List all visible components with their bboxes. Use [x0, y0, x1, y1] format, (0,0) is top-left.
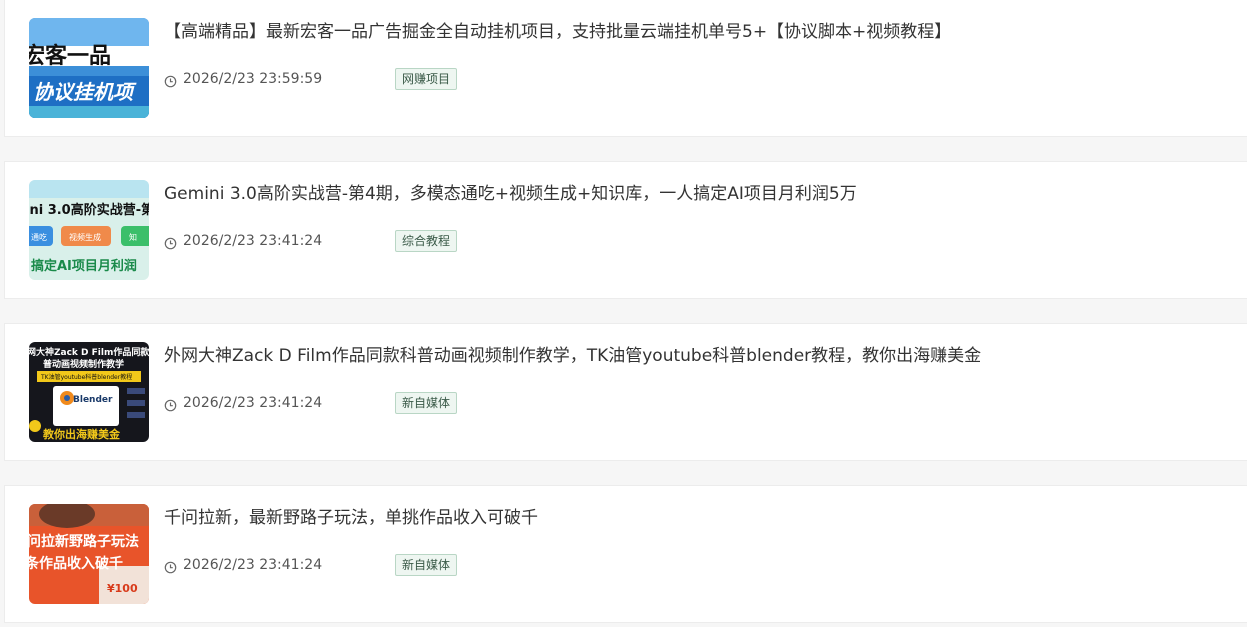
thumb-text: 视频生成 — [69, 232, 101, 242]
thumb-text: ¥100 — [107, 582, 138, 595]
article-title[interactable]: 【高端精品】最新宏客一品广告掘金全自动挂机项目，支持批量云端挂机单号5+【协议脚… — [164, 20, 951, 44]
article-title[interactable]: Gemini 3.0高阶实战营-第4期，多模态通吃+视频生成+知识库，一人搞定A… — [164, 182, 857, 206]
article-title[interactable]: 外网大神Zack D Film作品同款科普动画视频制作教学，TK油管youtub… — [164, 344, 981, 368]
article-date: 2026/2/23 23:41:24 — [183, 395, 323, 411]
article-date: 2026/2/23 23:41:24 — [183, 557, 323, 573]
thumb-text: ini 3.0高阶实战营-第 — [29, 202, 149, 218]
article-thumbnail[interactable]: 网大神Zack D Film作品同款 普动画视频制作教学 TK油管youtube… — [29, 342, 149, 442]
thumb-text: 协议挂机项 — [33, 80, 137, 104]
thumb-text: 宏客一品 — [29, 43, 111, 69]
article-meta: 2026/2/23 23:59:59 网赚项目 — [164, 68, 458, 90]
article-date: 2026/2/23 23:59:59 — [183, 71, 323, 87]
article-meta: 2026/2/23 23:41:24 综合教程 — [164, 230, 458, 252]
thumb-text: 网大神Zack D Film作品同款 — [29, 346, 149, 358]
thumb-text: 搞定AI项目月利润 — [31, 258, 137, 274]
article-meta: 2026/2/23 23:41:24 新自媒体 — [164, 392, 458, 414]
article-list: 宏客一品 协议挂机项 【高端精品】最新宏客一品广告掘金全自动挂机项目，支持批量云… — [0, 0, 1247, 627]
thumb-text: 条作品收入破千 — [29, 555, 123, 572]
thumb-text: 问拉新野路子玩法 — [29, 533, 139, 550]
article-date: 2026/2/23 23:41:24 — [183, 233, 323, 249]
article-thumbnail[interactable]: 宏客一品 协议挂机项 — [29, 18, 149, 118]
thumb-logo-text: Blender — [73, 395, 113, 405]
category-tag[interactable]: 网赚项目 — [395, 68, 458, 90]
article-meta: 2026/2/23 23:41:24 新自媒体 — [164, 554, 458, 576]
thumb-text: 普动画视频制作教学 — [43, 358, 124, 370]
article-card[interactable]: ini 3.0高阶实战营-第 通吃 视频生成 知 搞定AI项目月利润 Gemin… — [4, 161, 1247, 299]
article-title[interactable]: 千问拉新，最新野路子玩法，单挑作品收入可破千 — [164, 506, 538, 530]
article-card[interactable]: 网大神Zack D Film作品同款 普动画视频制作教学 TK油管youtube… — [4, 323, 1247, 461]
thumb-text: 知 — [129, 232, 137, 242]
article-card[interactable]: 问拉新野路子玩法 条作品收入破千 ¥100 千问拉新，最新野路子玩法，单挑作品收… — [4, 485, 1247, 623]
thumb-text: TK油管youtube科普blender教程 — [40, 373, 132, 381]
clock-icon — [164, 73, 177, 87]
clock-icon — [164, 559, 177, 573]
thumb-text: 教你出海赚美金 — [42, 427, 121, 441]
article-card[interactable]: 宏客一品 协议挂机项 【高端精品】最新宏客一品广告掘金全自动挂机项目，支持批量云… — [4, 0, 1247, 137]
thumb-text: 通吃 — [31, 232, 47, 242]
clock-icon — [164, 397, 177, 411]
category-tag[interactable]: 新自媒体 — [395, 392, 458, 414]
clock-icon — [164, 235, 177, 249]
category-tag[interactable]: 新自媒体 — [395, 554, 458, 576]
article-thumbnail[interactable]: ini 3.0高阶实战营-第 通吃 视频生成 知 搞定AI项目月利润 — [29, 180, 149, 280]
category-tag[interactable]: 综合教程 — [395, 230, 458, 252]
article-thumbnail[interactable]: 问拉新野路子玩法 条作品收入破千 ¥100 — [29, 504, 149, 604]
